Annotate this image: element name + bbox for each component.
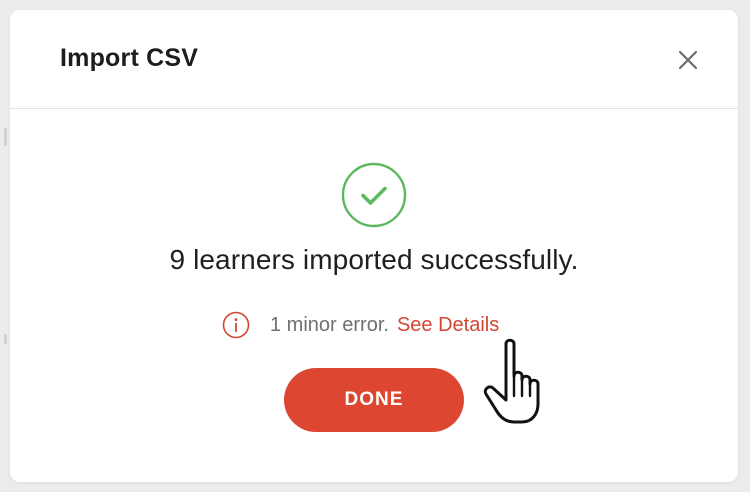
done-button[interactable]: DONE	[284, 368, 464, 432]
close-button[interactable]	[674, 46, 702, 74]
error-summary: 1 minor error. See Details	[222, 310, 499, 340]
info-circle-icon	[222, 311, 250, 339]
dialog-header: Import CSV	[10, 10, 738, 109]
close-icon	[678, 50, 698, 70]
import-csv-dialog: Import CSV 9 learners imported successfu…	[10, 10, 738, 482]
success-message: 9 learners imported successfully.	[169, 244, 579, 275]
error-count-text: 1 minor error.	[270, 313, 389, 336]
backdrop-mark	[4, 334, 7, 344]
check-circle-icon	[341, 162, 407, 228]
backdrop-mark	[4, 128, 7, 146]
dialog-title: Import CSV	[60, 44, 199, 72]
see-details-link[interactable]: See Details	[397, 314, 499, 337]
hand-pointer-icon	[483, 338, 540, 424]
